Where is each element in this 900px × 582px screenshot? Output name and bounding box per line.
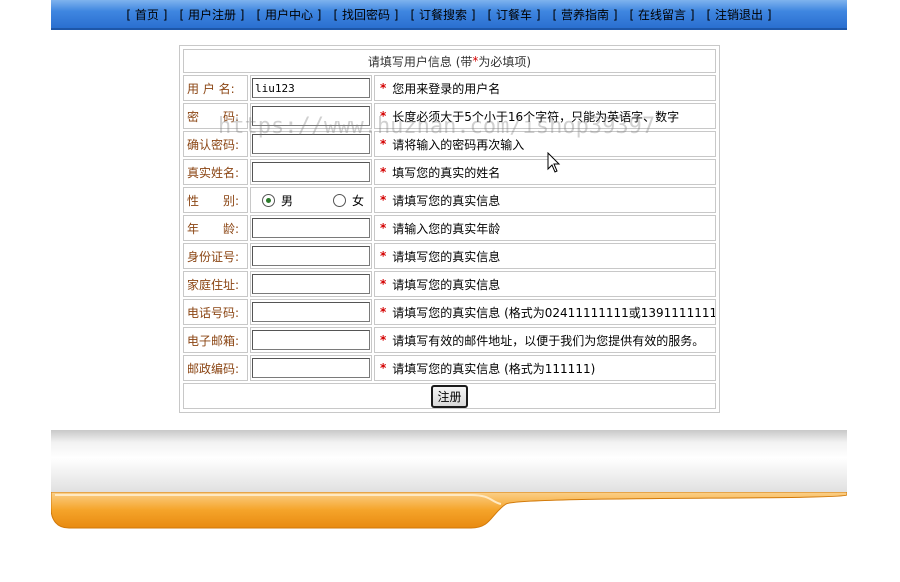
nav-order-search[interactable]: [ 订餐搜索 ] (404, 6, 481, 23)
nav-recover-password[interactable]: [ 找回密码 ] (327, 6, 404, 23)
nav-guestbook[interactable]: [ 在线留言 ] (624, 6, 701, 23)
form-row-postcode: 邮政编码: * 请填写您的真实信息 (格式为111111) (182, 354, 717, 382)
username-input[interactable] (252, 78, 370, 98)
form-title-row: 请填写用户信息 (带 * 为必填项) (182, 48, 717, 74)
postcode-input[interactable] (252, 358, 370, 378)
age-label: 年 龄: (183, 215, 248, 241)
registration-form: 请填写用户信息 (带*为必填项) 用 户 名: *您用来登录的用户名 密 码: … (179, 45, 720, 413)
form-title: 请填写用户信息 (带 * 为必填项) (183, 49, 716, 73)
phone-hint: 请填写您的真实信息 (格式为02411111111或13911111111) (392, 305, 716, 320)
address-hint: 请填写您的真实信息 (392, 277, 501, 292)
nav-home[interactable]: [ 首页 ] (120, 6, 173, 23)
gender-female-label: 女 (352, 193, 365, 208)
mouse-cursor-icon (547, 152, 561, 173)
confirm-password-hint: 请将输入的密码再次输入 (392, 137, 525, 152)
nav-user-center[interactable]: [ 用户中心 ] (250, 6, 327, 23)
form-row-gender: 性 别: 男 女 * 请填写您的真实信息 (182, 186, 717, 214)
address-input[interactable] (252, 274, 370, 294)
email-hint: 请填写有效的邮件地址，以便于我们为您提供有效的服务。 (392, 333, 705, 348)
footer-orange-band (51, 492, 847, 529)
nav-order-cart[interactable]: [ 订餐车 ] (482, 6, 547, 23)
password-input[interactable] (252, 106, 370, 126)
gender-male-radio[interactable] (262, 193, 275, 207)
confirm-password-label: 确认密码: (183, 131, 248, 157)
password-hint: 长度必须大于5个小于16个字符，只能为英语字、数字 (392, 109, 680, 124)
form-row-confirm-password: 确认密码: * 请将输入的密码再次输入 (182, 130, 717, 158)
real-name-label: 真实姓名: (183, 159, 248, 185)
gender-female-radio[interactable] (333, 193, 347, 207)
gender-label: 性 别: (183, 187, 248, 213)
address-label: 家庭住址: (183, 271, 248, 297)
confirm-password-input[interactable] (252, 134, 370, 154)
username-label: 用 户 名: (183, 75, 248, 101)
age-hint: 请输入您的真实年龄 (392, 221, 501, 236)
form-row-password: 密 码: * 长度必须大于5个小于16个字符，只能为英语字、数字 (182, 102, 717, 130)
nav-nutrition-guide[interactable]: [ 营养指南 ] (547, 6, 624, 23)
real-name-input[interactable] (252, 162, 370, 182)
footer-gray-band (51, 430, 847, 492)
real-name-hint: 填写您的真实的姓名 (392, 165, 501, 180)
gender-radio-group: 男 女 (252, 192, 364, 209)
age-input[interactable] (252, 218, 370, 238)
gender-hint: 请填写您的真实信息 (392, 193, 501, 208)
email-label: 电子邮箱: (183, 327, 248, 353)
form-row-address: 家庭住址: * 请填写您的真实信息 (182, 270, 717, 298)
form-row-age: 年 龄: * 请输入您的真实年龄 (182, 214, 717, 242)
register-submit-button[interactable]: 注册 (431, 384, 468, 408)
form-submit-row: 注册 (182, 382, 717, 410)
nav-logout[interactable]: [ 注销退出 ] (701, 6, 778, 23)
email-input[interactable] (252, 330, 370, 350)
username-hint: 您用来登录的用户名 (392, 81, 501, 96)
id-number-input[interactable] (252, 246, 370, 266)
id-number-label: 身份证号: (183, 243, 248, 269)
form-row-real-name: 真实姓名: * 填写您的真实的姓名 (182, 158, 717, 186)
form-row-id-number: 身份证号: * 请填写您的真实信息 (182, 242, 717, 270)
gender-male-label: 男 (281, 193, 294, 208)
nav-register[interactable]: [ 用户注册 ] (173, 6, 250, 23)
postcode-hint: 请填写您的真实信息 (格式为111111) (392, 361, 596, 376)
form-row-phone: 电话号码: * 请填写您的真实信息 (格式为02411111111或1391111… (182, 298, 717, 326)
top-nav-bar: [ 首页 ] [ 用户注册 ] [ 用户中心 ] [ 找回密码 ] [ 订餐搜索… (51, 0, 847, 30)
form-row-username: 用 户 名: *您用来登录的用户名 (182, 74, 717, 102)
form-row-email: 电子邮箱: * 请填写有效的邮件地址，以便于我们为您提供有效的服务。 (182, 326, 717, 354)
password-label: 密 码: (183, 103, 248, 129)
postcode-label: 邮政编码: (183, 355, 248, 381)
phone-input[interactable] (252, 302, 370, 322)
id-number-hint: 请填写您的真实信息 (392, 249, 501, 264)
phone-label: 电话号码: (183, 299, 248, 325)
